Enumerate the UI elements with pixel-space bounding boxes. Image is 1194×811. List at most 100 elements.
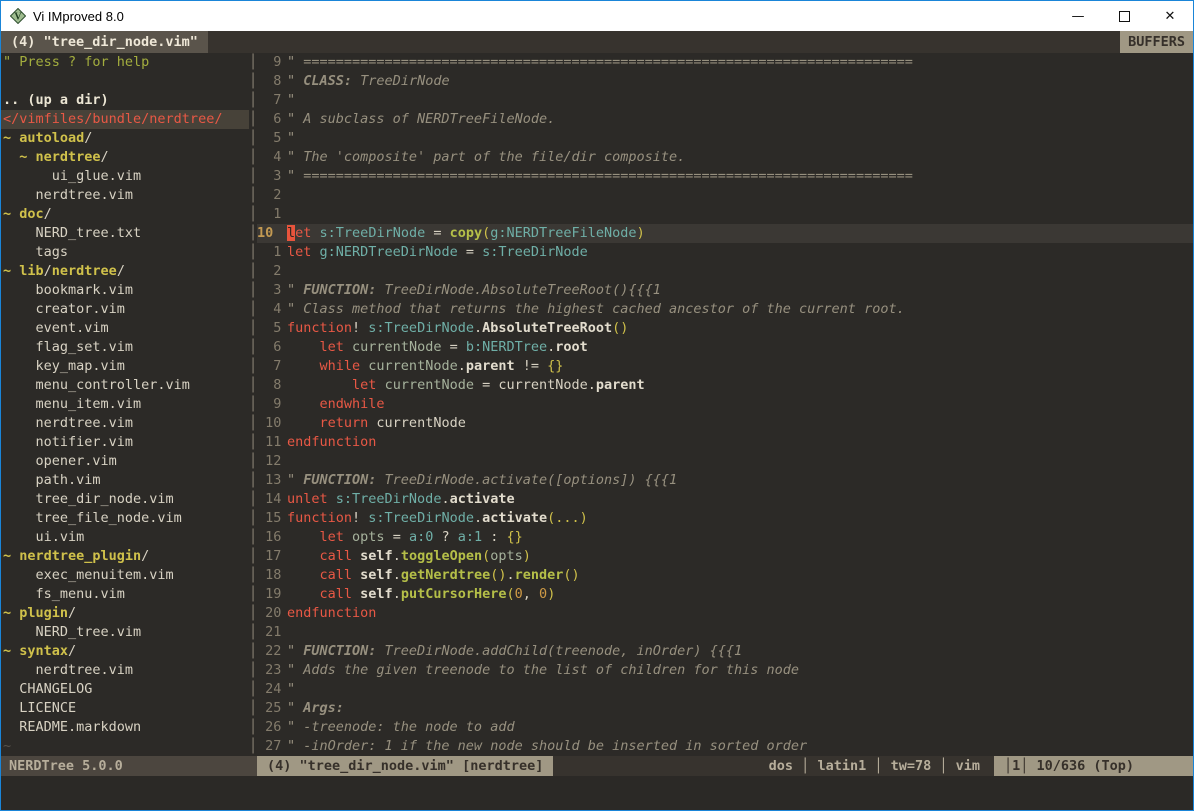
- code-line[interactable]: 12: [257, 452, 1193, 471]
- maximize-button[interactable]: [1101, 1, 1147, 31]
- tree-item[interactable]: ~ plugin/: [1, 604, 249, 623]
- tree-item-selected[interactable]: </vimfiles/bundle/nerdtree/: [1, 110, 249, 129]
- syntax-file: nerdtree.vim: [3, 415, 133, 431]
- code-text: call self.getNerdtree().render(): [281, 566, 580, 585]
- line-number: 27: [257, 737, 281, 756]
- code-line[interactable]: 2: [257, 262, 1193, 281]
- tree-item[interactable]: ~ nerdtree_plugin/: [1, 547, 249, 566]
- tree-item[interactable]: key_map.vim: [1, 357, 249, 376]
- tree-item[interactable]: nerdtree.vim: [1, 661, 249, 680]
- code-line[interactable]: 11endfunction: [257, 433, 1193, 452]
- tree-item[interactable]: ~ lib/nerdtree/: [1, 262, 249, 281]
- tree-item[interactable]: tree_file_node.vim: [1, 509, 249, 528]
- code-line[interactable]: 14unlet s:TreeDirNode.activate: [257, 490, 1193, 509]
- tree-item[interactable]: notifier.vim: [1, 433, 249, 452]
- tree-item[interactable]: path.vim: [1, 471, 249, 490]
- code-line[interactable]: 21: [257, 623, 1193, 642]
- code-line[interactable]: 7": [257, 91, 1193, 110]
- line-number: 25: [257, 699, 281, 718]
- tree-item[interactable]: flag_set.vim: [1, 338, 249, 357]
- tree-item[interactable]: nerdtree.vim: [1, 414, 249, 433]
- line-number: 21: [257, 623, 281, 642]
- minimize-icon: —: [1072, 9, 1085, 24]
- code-line[interactable]: 6 let currentNode = b:NERDTree.root: [257, 338, 1193, 357]
- line-number: 12: [257, 452, 281, 471]
- syntax-w: parent: [466, 358, 515, 374]
- tree-item[interactable]: CHANGELOG: [1, 680, 249, 699]
- code-line[interactable]: 7 while currentNode.parent != {}: [257, 357, 1193, 376]
- tree-item[interactable]: ui.vim: [1, 528, 249, 547]
- tree-item[interactable]: menu_controller.vim: [1, 376, 249, 395]
- syntax-n: = currentNode.: [474, 377, 596, 393]
- tree-item[interactable]: event.vim: [1, 319, 249, 338]
- code-line[interactable]: 27" -inOrder: 1 if the new node should b…: [257, 737, 1193, 756]
- tree-item[interactable]: ~ doc/: [1, 205, 249, 224]
- window-separator[interactable]: │ │ │ │ │ │ │ │ │ │ │ │ │ │ │ │ │ │ │ │ …: [249, 53, 257, 756]
- code-line[interactable]: 1let g:NERDTreeDirNode = s:TreeDirNode: [257, 243, 1193, 262]
- tree-item[interactable]: opener.vim: [1, 452, 249, 471]
- tree-item[interactable]: LICENCE: [1, 699, 249, 718]
- nerdtree-panel: " Press ? for help .. (up a dir)</vimfile…: [1, 53, 249, 756]
- code-line[interactable]: 23" Adds the given treenode to the list …: [257, 661, 1193, 680]
- code-line[interactable]: 5function! s:TreeDirNode.AbsoluteTreeRoo…: [257, 319, 1193, 338]
- syntax-p: (): [563, 567, 579, 583]
- minimize-button[interactable]: —: [1055, 1, 1101, 31]
- code-line[interactable]: 17 call self.toggleOpen(opts): [257, 547, 1193, 566]
- code-line-cursor[interactable]: 10let s:TreeDirNode = copy(g:NERDTreeFil…: [257, 224, 1193, 243]
- tree-item[interactable]: ~: [1, 737, 249, 756]
- code-line[interactable]: 25" Args:: [257, 699, 1193, 718]
- tree-item[interactable]: exec_menuitem.vim: [1, 566, 249, 585]
- code-line[interactable]: 5": [257, 129, 1193, 148]
- code-line[interactable]: 20endfunction: [257, 604, 1193, 623]
- code-line[interactable]: 8" CLASS: TreeDirNode: [257, 72, 1193, 91]
- code-line[interactable]: 8 let currentNode = currentNode.parent: [257, 376, 1193, 395]
- tree-item[interactable]: NERD_tree.txt: [1, 224, 249, 243]
- code-line[interactable]: 4" Class method that returns the highest…: [257, 300, 1193, 319]
- code-line[interactable]: 15function! s:TreeDirNode.activate(...): [257, 509, 1193, 528]
- code-line[interactable]: 16 let opts = a:0 ? a:1 : {}: [257, 528, 1193, 547]
- tree-item[interactable]: " Press ? for help: [1, 53, 249, 72]
- code-text: call self.putCursorHere(0, 0): [281, 585, 555, 604]
- tree-item[interactable]: NERD_tree.vim: [1, 623, 249, 642]
- line-number: 24: [257, 680, 281, 699]
- tree-item[interactable]: bookmark.vim: [1, 281, 249, 300]
- code-line[interactable]: 3" FUNCTION: TreeDirNode.AbsoluteTreeRoo…: [257, 281, 1193, 300]
- code-line[interactable]: 13" FUNCTION: TreeDirNode.activate([opti…: [257, 471, 1193, 490]
- line-number: 4: [257, 300, 281, 319]
- command-line-area[interactable]: [1, 776, 1193, 810]
- syntax-c: " -treenode: the node to add: [287, 719, 515, 735]
- code-line[interactable]: 2: [257, 186, 1193, 205]
- tree-item[interactable]: ui_glue.vim: [1, 167, 249, 186]
- tree-item[interactable]: creator.vim: [1, 300, 249, 319]
- code-line[interactable]: 4" The 'composite' part of the file/dir …: [257, 148, 1193, 167]
- tree-item[interactable]: ~ nerdtree/: [1, 148, 249, 167]
- tree-item[interactable]: README.markdown: [1, 718, 249, 737]
- syntax-c: ": [287, 92, 295, 108]
- syntax-num: 0: [539, 586, 547, 602]
- code-line[interactable]: 9" =====================================…: [257, 53, 1193, 72]
- tree-item[interactable]: tags: [1, 243, 249, 262]
- code-line[interactable]: 10 return currentNode: [257, 414, 1193, 433]
- tree-item[interactable]: .. (up a dir): [1, 91, 249, 110]
- tree-item[interactable]: [1, 72, 249, 91]
- line-number: 6: [257, 338, 281, 357]
- code-line[interactable]: 26" -treenode: the node to add: [257, 718, 1193, 737]
- code-line[interactable]: 24": [257, 680, 1193, 699]
- code-line[interactable]: 18 call self.getNerdtree().render(): [257, 566, 1193, 585]
- code-line[interactable]: 3" =====================================…: [257, 167, 1193, 186]
- code-line[interactable]: 19 call self.putCursorHere(0, 0): [257, 585, 1193, 604]
- tree-item[interactable]: ~ autoload/: [1, 129, 249, 148]
- code-line[interactable]: 22" FUNCTION: TreeDirNode.addChild(treen…: [257, 642, 1193, 661]
- code-line[interactable]: 9 endwhile: [257, 395, 1193, 414]
- syntax-file: nerdtree.vim: [3, 662, 133, 678]
- tree-item[interactable]: nerdtree.vim: [1, 186, 249, 205]
- tree-item[interactable]: ~ syntax/: [1, 642, 249, 661]
- tree-item[interactable]: tree_dir_node.vim: [1, 490, 249, 509]
- code-line[interactable]: 1: [257, 205, 1193, 224]
- close-button[interactable]: ✕: [1147, 1, 1193, 31]
- tree-item[interactable]: fs_menu.vim: [1, 585, 249, 604]
- tree-item[interactable]: menu_item.vim: [1, 395, 249, 414]
- code-line[interactable]: 6" A subclass of NERDTreeFileNode.: [257, 110, 1193, 129]
- syntax-k: let: [320, 529, 344, 545]
- tab-tree-dir-node[interactable]: (4) "tree_dir_node.vim": [1, 31, 208, 53]
